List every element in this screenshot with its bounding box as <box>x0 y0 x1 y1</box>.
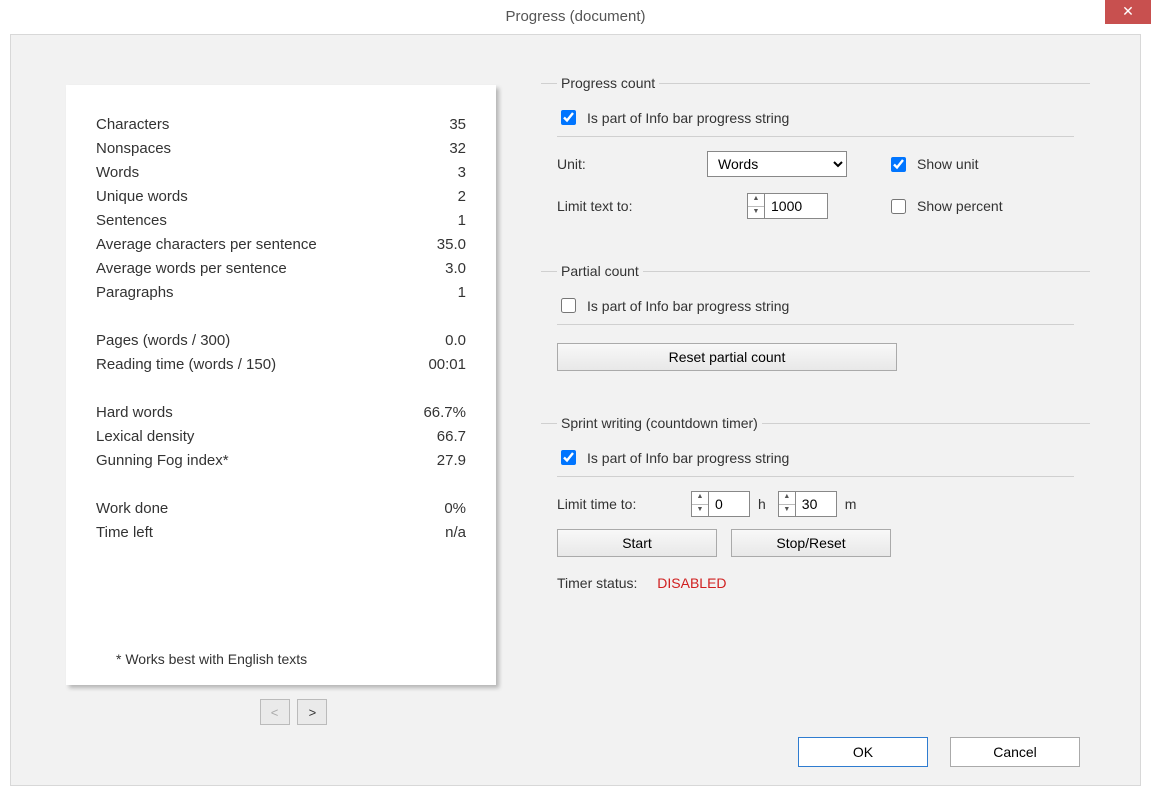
partial-count-group: Partial count Is part of Info bar progre… <box>541 263 1090 387</box>
show-percent-label: Show percent <box>917 198 1003 214</box>
start-button[interactable]: Start <box>557 529 717 557</box>
unit-label: Unit: <box>557 156 707 172</box>
partial-is-part-checkbox[interactable] <box>561 298 576 313</box>
pager-prev-button[interactable]: < <box>260 699 290 725</box>
minutes-input[interactable] <box>796 492 836 516</box>
stats-pager: < > <box>66 699 521 725</box>
stat-row: Work done0% <box>96 497 466 521</box>
unit-select[interactable]: Words <box>707 151 847 177</box>
sprint-is-part-checkbox[interactable] <box>561 450 576 465</box>
minutes-suffix: m <box>845 496 857 512</box>
stat-row: Average words per sentence3.0 <box>96 257 466 281</box>
pager-next-button[interactable]: > <box>297 699 327 725</box>
stat-row: Words3 <box>96 161 466 185</box>
limit-time-label: Limit time to: <box>557 496 687 512</box>
spinner-down-icon[interactable]: ▼ <box>779 505 795 517</box>
stat-row: Lexical density66.7 <box>96 425 466 449</box>
limit-text-label: Limit text to: <box>557 198 707 214</box>
window-title: Progress (document) <box>505 8 645 25</box>
close-icon: ✕ <box>1122 3 1134 19</box>
stats-block-4: Work done0% Time leftn/a <box>96 497 466 545</box>
spinner-up-icon[interactable]: ▲ <box>779 492 795 505</box>
limit-text-spinner[interactable]: ▲▼ <box>747 193 828 219</box>
hours-suffix: h <box>758 496 766 512</box>
stat-row: Pages (words / 300)0.0 <box>96 329 466 353</box>
titlebar: Progress (document) ✕ <box>0 0 1151 34</box>
limit-text-input[interactable] <box>765 194 827 218</box>
spinner-down-icon[interactable]: ▼ <box>692 505 708 517</box>
stat-row: Nonspaces32 <box>96 137 466 161</box>
stats-block-2: Pages (words / 300)0.0 Reading time (wor… <box>96 329 466 377</box>
stats-footnote: * Works best with English texts <box>116 651 307 667</box>
progress-is-part-checkbox[interactable] <box>561 110 576 125</box>
sprint-is-part-label: Is part of Info bar progress string <box>587 450 789 466</box>
progress-is-part-label: Is part of Info bar progress string <box>587 110 789 126</box>
stat-row: Reading time (words / 150)00:01 <box>96 353 466 377</box>
sprint-group: Sprint writing (countdown timer) Is part… <box>541 415 1090 607</box>
dialog-buttons: OK Cancel <box>798 737 1080 767</box>
stat-row: Average characters per sentence35.0 <box>96 233 466 257</box>
timer-status-value: DISABLED <box>657 575 726 591</box>
stats-block-3: Hard words66.7% Lexical density66.7 Gunn… <box>96 401 466 473</box>
stat-row: Time leftn/a <box>96 521 466 545</box>
stop-reset-button[interactable]: Stop/Reset <box>731 529 891 557</box>
show-unit-checkbox[interactable] <box>891 157 906 172</box>
minutes-spinner[interactable]: ▲▼ <box>778 491 837 517</box>
close-button[interactable]: ✕ <box>1105 0 1151 24</box>
hours-input[interactable] <box>709 492 749 516</box>
spinner-up-icon[interactable]: ▲ <box>748 194 764 207</box>
spinner-down-icon[interactable]: ▼ <box>748 207 764 219</box>
progress-count-group: Progress count Is part of Info bar progr… <box>541 75 1090 235</box>
sprint-legend: Sprint writing (countdown timer) <box>557 415 762 431</box>
stats-card: Characters35 Nonspaces32 Words3 Unique w… <box>66 85 496 685</box>
ok-button[interactable]: OK <box>798 737 928 767</box>
partial-is-part-label: Is part of Info bar progress string <box>587 298 789 314</box>
cancel-button[interactable]: Cancel <box>950 737 1080 767</box>
dialog-panel: Characters35 Nonspaces32 Words3 Unique w… <box>10 34 1141 786</box>
partial-count-legend: Partial count <box>557 263 643 279</box>
show-percent-checkbox[interactable] <box>891 199 906 214</box>
stat-row: Gunning Fog index*27.9 <box>96 449 466 473</box>
stat-row: Characters35 <box>96 113 466 137</box>
stats-block-1: Characters35 Nonspaces32 Words3 Unique w… <box>96 113 466 305</box>
show-unit-label: Show unit <box>917 156 978 172</box>
timer-status-label: Timer status: <box>557 575 637 591</box>
progress-count-legend: Progress count <box>557 75 659 91</box>
stat-row: Sentences1 <box>96 209 466 233</box>
spinner-up-icon[interactable]: ▲ <box>692 492 708 505</box>
stat-row: Unique words2 <box>96 185 466 209</box>
hours-spinner[interactable]: ▲▼ <box>691 491 750 517</box>
stat-row: Hard words66.7% <box>96 401 466 425</box>
stat-row: Paragraphs1 <box>96 281 466 305</box>
reset-partial-button[interactable]: Reset partial count <box>557 343 897 371</box>
